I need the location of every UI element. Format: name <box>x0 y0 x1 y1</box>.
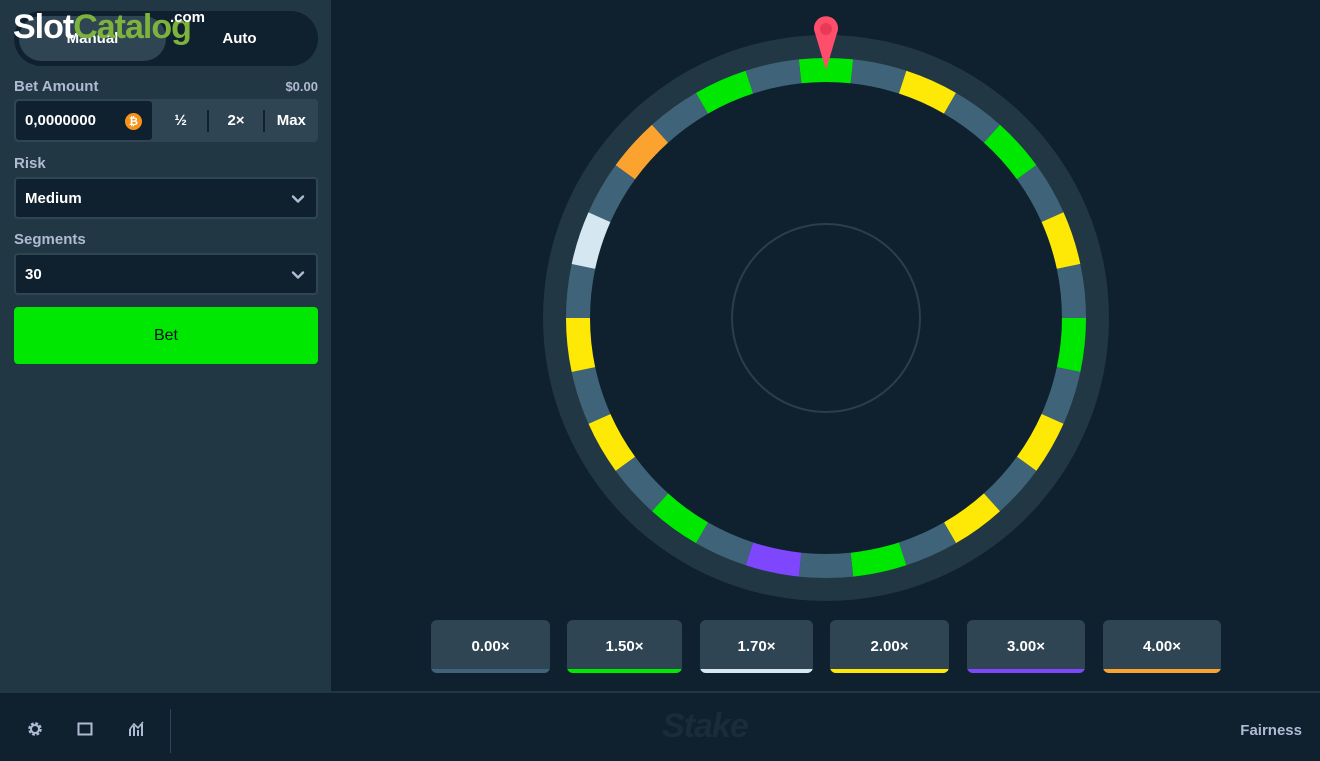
multiplier-chip: 2.00× <box>830 620 949 673</box>
gear-icon[interactable] <box>26 720 44 738</box>
manual-tab[interactable]: Manual <box>19 16 166 61</box>
multiplier-chip: 1.70× <box>700 620 813 673</box>
multiplier-color-bar <box>1103 669 1221 673</box>
wheel-pointer-icon <box>814 16 838 70</box>
stake-logo: Stake <box>662 707 749 745</box>
bitcoin-icon: ₿ <box>125 113 142 130</box>
bet-amount-input[interactable]: 0,0000000 ₿ <box>16 101 152 140</box>
bet-sidebar: Manual Auto SlotCatalog .com Bet Amount … <box>0 0 331 691</box>
multiplier-chip: 3.00× <box>967 620 1085 673</box>
bet-amount-usd: $0.00 <box>285 79 318 94</box>
bet-amount-label-row: Bet Amount $0.00 <box>14 78 318 95</box>
square-icon[interactable] <box>76 720 94 738</box>
bet-amount-group: 0,0000000 ₿ ½ 2× Max <box>14 99 318 142</box>
multiplier-chip: 1.50× <box>567 620 682 673</box>
wheel-segment-grey <box>798 552 854 578</box>
multiplier-color-bar <box>830 669 949 673</box>
auto-tab[interactable]: Auto <box>166 16 313 61</box>
footer-bar: Stake Fairness <box>0 691 1320 761</box>
max-bet-button[interactable]: Max <box>265 99 318 142</box>
multiplier-label: 0.00× <box>471 638 510 655</box>
footer-divider <box>170 709 171 753</box>
multiplier-label: 3.00× <box>1007 638 1045 655</box>
segments-label-row: Segments <box>14 231 318 248</box>
chevron-down-icon <box>291 195 305 203</box>
multiplier-color-bar <box>967 669 1085 673</box>
multiplier-label: 1.50× <box>605 638 644 655</box>
wheel-center <box>590 82 1062 554</box>
multiplier-label: 1.70× <box>737 638 776 655</box>
fairness-link[interactable]: Fairness <box>1240 722 1302 739</box>
multiplier-row: 0.00× 1.50× 1.70× 2.00× 3.00× 4.00× <box>0 620 1320 674</box>
multiplier-label: 2.00× <box>870 638 909 655</box>
risk-value: Medium <box>25 189 82 207</box>
multiplier-color-bar <box>567 669 682 673</box>
segments-select[interactable]: 30 <box>14 253 318 295</box>
bet-amount-value: 0,0000000 <box>25 112 96 129</box>
risk-label: Risk <box>14 155 46 172</box>
risk-label-row: Risk <box>14 155 318 172</box>
half-bet-button[interactable]: ½ <box>154 99 207 142</box>
multiplier-color-bar <box>431 669 550 673</box>
bet-button[interactable]: Bet <box>14 307 318 364</box>
double-bet-button[interactable]: 2× <box>209 99 262 142</box>
wheel <box>543 35 1109 601</box>
multiplier-chip: 4.00× <box>1103 620 1221 673</box>
segments-value: 30 <box>25 265 42 283</box>
chart-icon[interactable] <box>128 720 146 738</box>
risk-select[interactable]: Medium <box>14 177 318 219</box>
multiplier-color-bar <box>700 669 813 673</box>
mode-toggle: Manual Auto <box>14 11 318 66</box>
multiplier-chip: 0.00× <box>431 620 550 673</box>
bet-amount-label: Bet Amount <box>14 78 99 95</box>
chevron-down-icon <box>291 271 305 279</box>
multiplier-label: 4.00× <box>1143 638 1181 655</box>
segments-label: Segments <box>14 231 86 248</box>
